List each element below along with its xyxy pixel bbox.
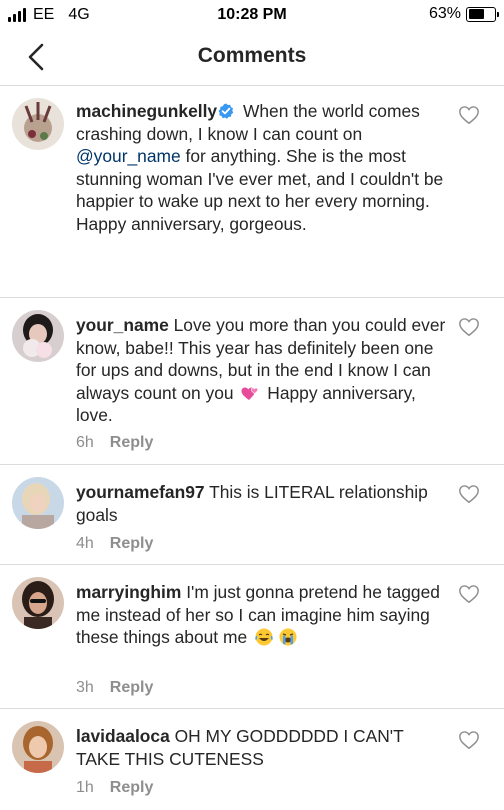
comment-text: lavidaaloca OH MY GODDDDDD I CAN'T TAKE … (76, 725, 448, 770)
like-heart-icon[interactable] (458, 316, 480, 338)
comment-meta: 3h Reply (76, 679, 153, 697)
comment-meta: 4h Reply (76, 535, 153, 553)
tears-of-joy-emoji-icon (255, 628, 273, 646)
nav-header: Comments (0, 30, 504, 86)
battery-icon (466, 6, 499, 22)
comment-username[interactable]: lavidaaloca (76, 726, 170, 746)
like-heart-icon[interactable] (458, 483, 480, 505)
avatar-image (12, 477, 64, 529)
verified-badge-icon (218, 103, 234, 119)
comment-text: marryinghim I'm just gonna pretend he ta… (76, 581, 448, 649)
avatar[interactable] (12, 477, 64, 529)
comment-username[interactable]: yournamefan97 (76, 482, 205, 502)
reply-button[interactable]: Reply (110, 779, 154, 796)
loudly-crying-emoji-icon (279, 628, 297, 646)
like-heart-icon[interactable] (458, 729, 480, 751)
avatar[interactable] (12, 721, 64, 773)
comment-time: 6h (76, 434, 94, 451)
comment-time: 1h (76, 779, 94, 796)
like-heart-icon[interactable] (458, 104, 480, 126)
comment-username[interactable]: machinegunkelly (76, 101, 217, 121)
mention-link[interactable]: @your_name (76, 146, 181, 166)
battery-percent: 63% (428, 5, 461, 22)
page-title: Comments (197, 44, 307, 67)
avatar-image (12, 577, 64, 629)
status-bar: EE 4G 10:28 PM 63% (0, 0, 504, 30)
comment-text: machinegunkelly When the world comes cra… (76, 100, 448, 236)
avatar[interactable] (12, 577, 64, 629)
comment-item: lavidaaloca OH MY GODDDDDD I CAN'T TAKE … (0, 709, 504, 810)
comment-item: your_name Love you more than you could e… (0, 298, 504, 465)
comment-username[interactable]: your_name (76, 315, 169, 335)
comment-text: your_name Love you more than you could e… (76, 314, 448, 427)
avatar-image (12, 98, 64, 150)
comment-item: marryinghim I'm just gonna pretend he ta… (0, 565, 504, 709)
comment-item: yournamefan97 This is LITERAL relationsh… (0, 465, 504, 565)
comment-text: yournamefan97 This is LITERAL relationsh… (76, 481, 448, 526)
reply-button[interactable]: Reply (110, 679, 154, 696)
reply-button[interactable]: Reply (110, 434, 154, 451)
comment-time: 3h (76, 679, 94, 696)
two-hearts-emoji-icon (241, 387, 259, 400)
comment-username[interactable]: marryinghim (76, 582, 181, 602)
status-right: 63% (428, 5, 499, 23)
comment-item: machinegunkelly When the world comes cra… (0, 86, 504, 298)
comment-meta: 6h Reply (76, 434, 153, 452)
avatar-image (12, 721, 64, 773)
avatar[interactable] (12, 98, 64, 150)
avatar[interactable] (12, 310, 64, 362)
like-heart-icon[interactable] (458, 583, 480, 605)
reply-button[interactable]: Reply (110, 535, 154, 552)
comment-time: 4h (76, 535, 94, 552)
battery-fill (468, 9, 485, 19)
avatar-image (12, 310, 64, 362)
comment-meta: 1h Reply (76, 779, 153, 797)
